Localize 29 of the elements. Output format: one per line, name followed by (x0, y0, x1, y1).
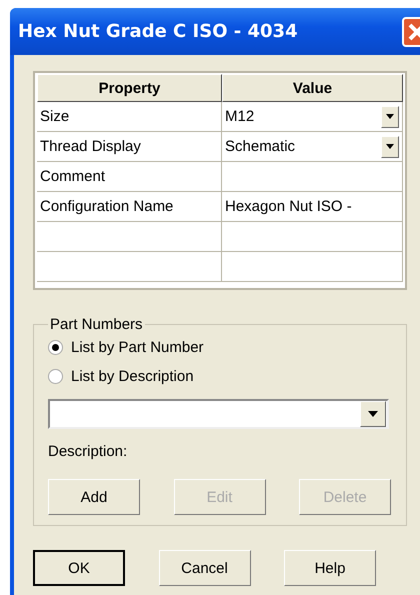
table-cell[interactable] (222, 252, 403, 282)
table-cell: Comment (37, 162, 222, 192)
caret-icon (386, 114, 394, 119)
dialog-button[interactable]: Help (284, 550, 376, 586)
table-cell: Size (37, 102, 222, 132)
column-header: Property (37, 74, 222, 102)
dialog-button[interactable]: OK (33, 550, 125, 586)
action-button[interactable]: Add (48, 479, 140, 515)
caret-icon (386, 144, 394, 149)
column-header: Value (222, 74, 403, 102)
window-title: Hex Nut Grade C ISO - 4034 (18, 21, 298, 42)
table-cell: Thread Display (37, 132, 222, 162)
dialog-button[interactable]: Cancel (158, 550, 250, 586)
table-cell[interactable] (222, 162, 403, 192)
table-cell[interactable]: Hexagon Nut ISO - (222, 192, 403, 222)
dropdown-button[interactable] (381, 106, 399, 128)
radio-button[interactable] (48, 340, 63, 355)
caret-icon (368, 411, 378, 417)
description-label: Description: (48, 443, 128, 462)
dropdown-button[interactable] (381, 136, 399, 158)
table-cell: Configuration Name (37, 192, 222, 222)
table-cell[interactable]: Schematic (222, 132, 403, 162)
dropdown-button[interactable] (360, 401, 386, 427)
table-cell[interactable]: M12 (222, 102, 403, 132)
radio-option[interactable]: List by Description (48, 362, 392, 391)
group-title: Part Numbers (49, 316, 144, 333)
radio-button[interactable] (48, 369, 63, 384)
radio-option[interactable]: List by Part Number (48, 333, 392, 362)
table-cell[interactable] (222, 222, 403, 252)
